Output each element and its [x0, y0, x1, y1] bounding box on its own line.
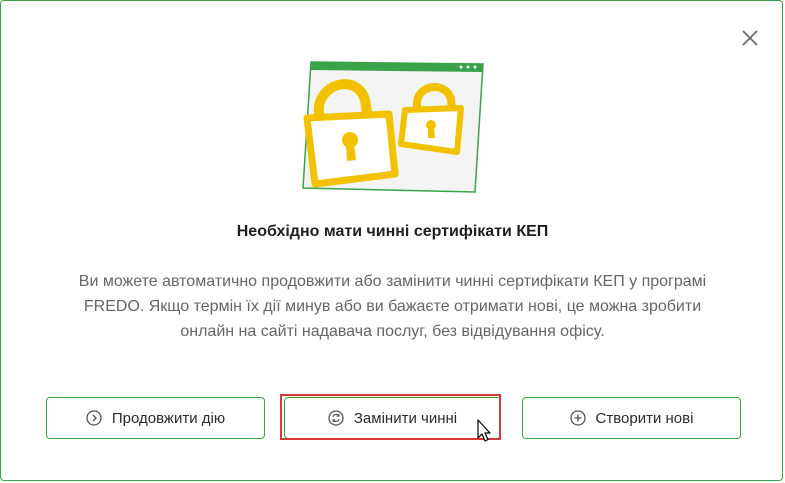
plus-circle-icon [569, 410, 586, 426]
certificate-dialog: Необхідно мати чинні сертифікати КЕП Ви … [0, 0, 783, 481]
continue-button[interactable]: Продовжити дію [46, 397, 265, 439]
create-button-label: Створити нові [595, 409, 694, 427]
close-icon[interactable] [737, 25, 763, 51]
replace-button-label: Замінити чинні [353, 409, 458, 427]
arrow-right-circle-icon [86, 410, 102, 426]
dialog-description: Ви можете автоматично продовжити або зам… [78, 273, 707, 340]
dialog-title: Необхідно мати чинні сертифікати КЕП [236, 223, 549, 240]
locks-illustration [297, 56, 491, 198]
mouse-cursor-icon [476, 419, 492, 443]
continue-button-label: Продовжити дію [111, 409, 226, 427]
replace-button[interactable]: Замінити чинні [284, 397, 501, 439]
create-button[interactable]: Створити нові [522, 397, 741, 439]
refresh-circle-icon [328, 410, 344, 426]
